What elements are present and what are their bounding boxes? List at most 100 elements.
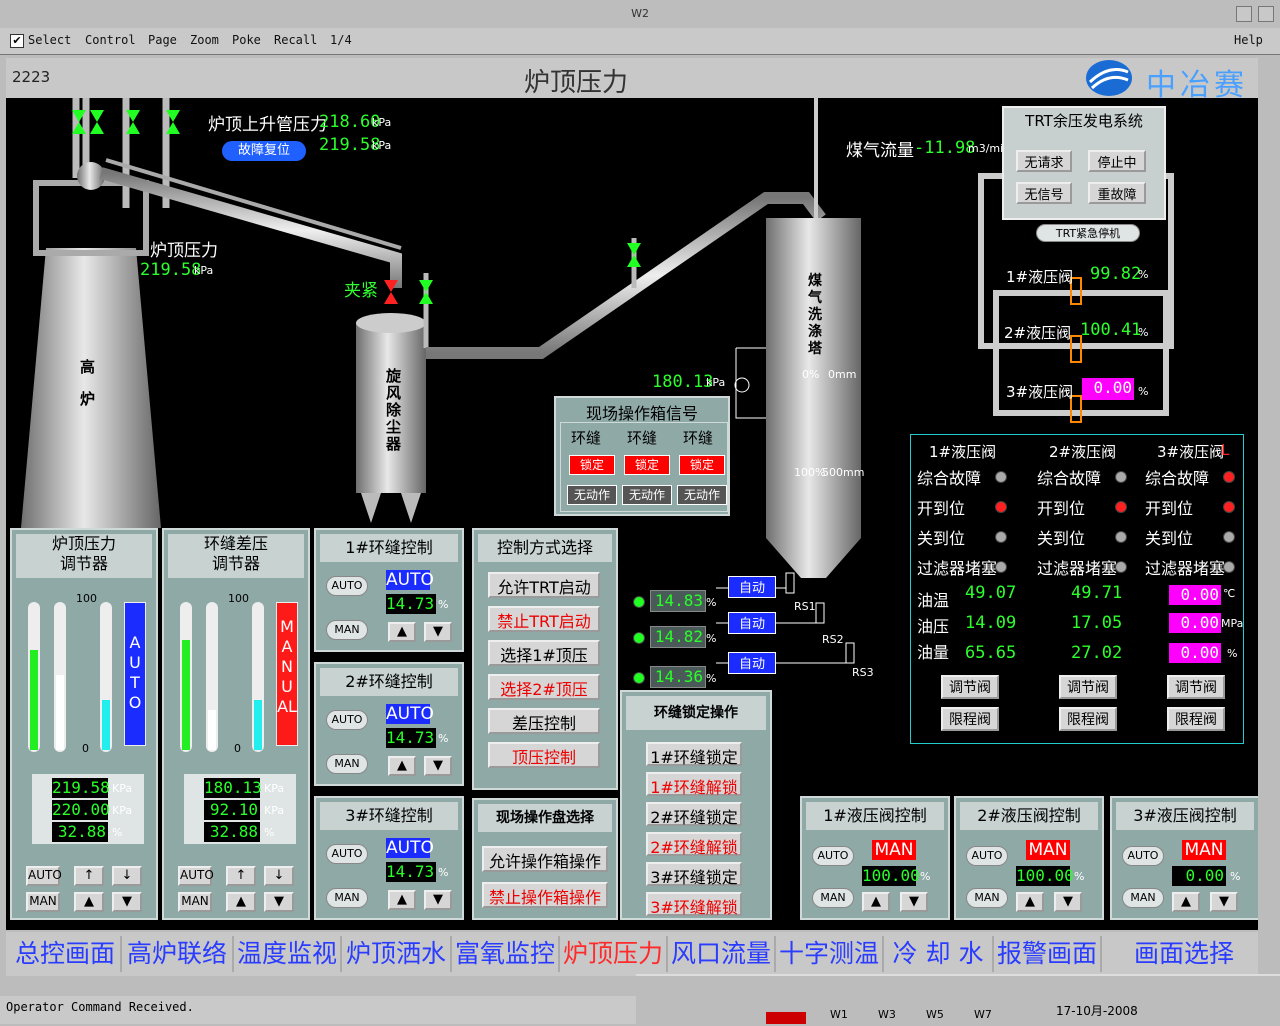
ring-mode-badge[interactable]: AUTO: [386, 704, 434, 724]
nav-alarm[interactable]: 报警画面: [994, 936, 1102, 972]
trt-no-request-button[interactable]: 无请求: [1016, 150, 1072, 172]
ring-down-arrow-icon[interactable]: ▼: [424, 622, 452, 642]
hyd-mode-badge[interactable]: MAN: [1026, 840, 1070, 860]
menu-help[interactable]: Help: [1234, 33, 1263, 47]
hyd-man-button[interactable]: MAN: [1122, 888, 1164, 908]
v2-adjust-button[interactable]: 调节阀: [1059, 675, 1117, 699]
window-w7[interactable]: W7: [974, 1008, 992, 1021]
menu-poke[interactable]: Poke: [232, 33, 261, 47]
nav-top-pressure[interactable]: 炉顶压力: [560, 936, 668, 972]
menu-recall[interactable]: Recall: [274, 33, 317, 47]
hyd-down-arrow-icon[interactable]: ▼: [1210, 892, 1238, 912]
hyd-up-arrow-icon[interactable]: ▲: [862, 892, 890, 912]
window-w1[interactable]: W1: [830, 1008, 848, 1021]
nav-oxygen[interactable]: 富氧监控: [452, 936, 560, 972]
increase-arrow-icon[interactable]: ↑: [226, 866, 256, 886]
regulator-man-button[interactable]: MAN: [178, 892, 212, 912]
rs3-auto-button[interactable]: 自动: [728, 652, 776, 674]
ring-auto-button[interactable]: AUTO: [326, 710, 368, 730]
decrease-arrow-icon[interactable]: ↓: [112, 866, 142, 886]
trt-estop-button[interactable]: TRT紧急停机: [1036, 224, 1140, 242]
menu-control[interactable]: Control: [85, 33, 136, 47]
menu-page-count[interactable]: 1/4: [330, 33, 352, 47]
nav-cross-temp[interactable]: 十字测温: [776, 936, 884, 972]
nav-page-select[interactable]: 画面选择: [1114, 936, 1254, 972]
decrease-arrow-icon[interactable]: ↓: [264, 866, 294, 886]
select-top2-button[interactable]: 选择2#顶压: [488, 674, 600, 700]
hyd-man-button[interactable]: MAN: [966, 888, 1008, 908]
ring-down-arrow-icon[interactable]: ▼: [424, 756, 452, 776]
ring-auto-button[interactable]: AUTO: [326, 576, 368, 596]
ring3-unlock-button[interactable]: 3#环缝解锁: [646, 892, 742, 917]
v1-adjust-button[interactable]: 调节阀: [941, 675, 999, 699]
hyd-up-arrow-icon[interactable]: ▲: [1016, 892, 1044, 912]
ring-down-arrow-icon[interactable]: ▼: [424, 890, 452, 910]
ring2-lock-button[interactable]: 2#环缝锁定: [646, 802, 742, 827]
increase-arrow-icon[interactable]: ↑: [74, 866, 104, 886]
ring-mode-badge[interactable]: AUTO: [386, 838, 434, 858]
ring-auto-button[interactable]: AUTO: [326, 844, 368, 864]
fast-down-arrow-icon[interactable]: ▼: [112, 892, 142, 912]
regulator-man-button[interactable]: MAN: [26, 892, 60, 912]
trt-no-signal-button[interactable]: 无信号: [1016, 182, 1072, 204]
hyd-auto-button[interactable]: AUTO: [966, 846, 1008, 866]
hyd-auto-button[interactable]: AUTO: [812, 846, 854, 866]
select-checkbox[interactable]: ✔: [10, 34, 24, 48]
ring3-lock-button[interactable]: 3#环缝锁定: [646, 862, 742, 887]
ring1-lock-button[interactable]: 1#环缝锁定: [646, 742, 742, 767]
regulator-auto-button[interactable]: AUTO: [178, 866, 214, 886]
nav-bf-link[interactable]: 高炉联络: [122, 936, 234, 972]
v2-limit-button[interactable]: 限程阀: [1059, 707, 1117, 731]
window-w5[interactable]: W5: [926, 1008, 944, 1021]
fast-down-arrow-icon[interactable]: ▼: [264, 892, 294, 912]
hyd-auto-button[interactable]: AUTO: [1122, 846, 1164, 866]
ring2-unlock-button[interactable]: 2#环缝解锁: [646, 832, 742, 857]
site-noact-2[interactable]: 无动作: [622, 485, 672, 505]
top-pressure-control-button[interactable]: 顶压控制: [488, 742, 600, 768]
minimize-button[interactable]: [1236, 6, 1252, 22]
allow-box-operation-button[interactable]: 允许操作箱操作: [482, 846, 608, 872]
trt-heavy-fault-button[interactable]: 重故障: [1088, 182, 1146, 204]
ring-up-arrow-icon[interactable]: ▲: [388, 622, 416, 642]
ring-up-arrow-icon[interactable]: ▲: [388, 756, 416, 776]
site-lock-3[interactable]: 锁定: [679, 455, 725, 475]
regulator-mode-badge[interactable]: MANUAL: [276, 602, 298, 746]
rs1-auto-button[interactable]: 自动: [728, 576, 776, 598]
site-noact-1[interactable]: 无动作: [567, 485, 617, 505]
regulator-mode-badge[interactable]: AUTO: [124, 602, 146, 746]
v1-limit-button[interactable]: 限程阀: [941, 707, 999, 731]
fast-up-arrow-icon[interactable]: ▲: [74, 892, 104, 912]
regulator-auto-button[interactable]: AUTO: [26, 866, 62, 886]
hyd-man-button[interactable]: MAN: [812, 888, 854, 908]
nav-top-spray[interactable]: 炉顶洒水: [342, 936, 452, 972]
fast-up-arrow-icon[interactable]: ▲: [226, 892, 256, 912]
v3-limit-button[interactable]: 限程阀: [1167, 707, 1225, 731]
site-noact-3[interactable]: 无动作: [677, 485, 727, 505]
ring1-unlock-button[interactable]: 1#环缝解锁: [646, 772, 742, 797]
hyd-down-arrow-icon[interactable]: ▼: [900, 892, 928, 912]
menu-zoom[interactable]: Zoom: [190, 33, 219, 47]
v3-adjust-button[interactable]: 调节阀: [1167, 675, 1225, 699]
fault-reset-button[interactable]: 故障复位: [222, 141, 306, 161]
menu-page[interactable]: Page: [148, 33, 177, 47]
ring-mode-badge[interactable]: AUTO: [386, 570, 434, 590]
nav-cooling-water[interactable]: 冷 却 水: [884, 936, 994, 972]
nav-main-control[interactable]: 总控画面: [10, 936, 122, 972]
window-w3[interactable]: W3: [878, 1008, 896, 1021]
nav-tuyere-flow[interactable]: 风口流量: [668, 936, 776, 972]
forbid-box-operation-button[interactable]: 禁止操作箱操作: [482, 882, 608, 908]
ring-man-button[interactable]: MAN: [326, 754, 368, 774]
hyd-mode-badge[interactable]: MAN: [872, 840, 916, 860]
menu-select[interactable]: Select: [28, 33, 71, 47]
diff-pressure-control-button[interactable]: 差压控制: [488, 708, 600, 734]
hyd-mode-badge[interactable]: MAN: [1182, 840, 1226, 860]
ring-up-arrow-icon[interactable]: ▲: [388, 890, 416, 910]
trt-stopping-button[interactable]: 停止中: [1088, 150, 1146, 172]
nav-temperature[interactable]: 温度监视: [234, 936, 342, 972]
hyd-down-arrow-icon[interactable]: ▼: [1054, 892, 1082, 912]
ring-man-button[interactable]: MAN: [326, 888, 368, 908]
hyd-up-arrow-icon[interactable]: ▲: [1172, 892, 1200, 912]
forbid-trt-start-button[interactable]: 禁止TRT启动: [488, 606, 600, 632]
rs2-auto-button[interactable]: 自动: [728, 612, 776, 634]
site-lock-1[interactable]: 锁定: [569, 455, 615, 475]
